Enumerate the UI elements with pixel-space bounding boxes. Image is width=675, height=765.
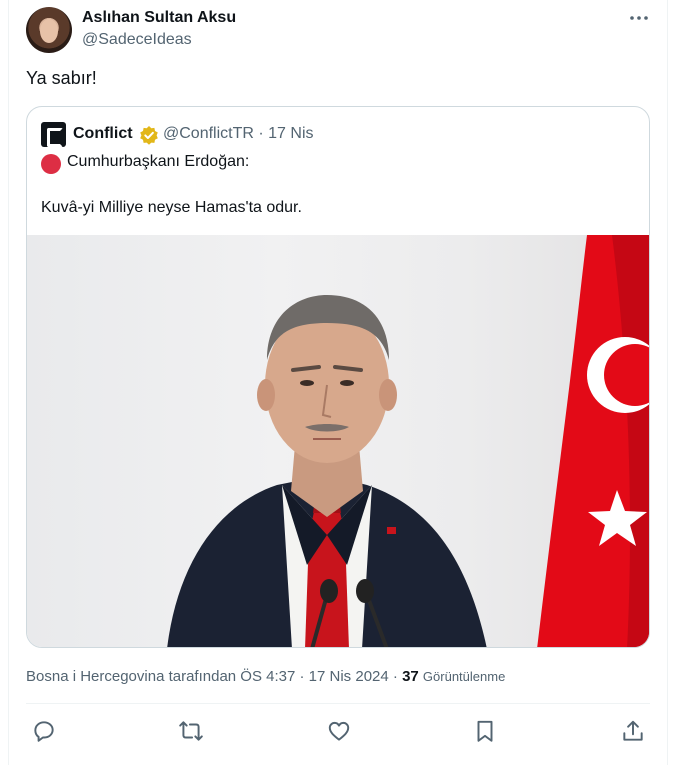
heart-icon[interactable] — [326, 718, 352, 744]
tweet-location-time[interactable]: Bosna i Hercegovina tarafından ÖS 4:37 ·… — [26, 668, 402, 685]
author-name[interactable]: Aslıhan Sultan Aksu — [82, 9, 236, 27]
quoted-text-line2: Kuvâ-yi Milliye neyse Hamas'ta odur. — [41, 199, 302, 216]
more-icon[interactable] — [628, 9, 650, 27]
conflict-logo-icon — [41, 122, 66, 147]
reply-icon[interactable] — [31, 718, 57, 744]
quoted-meta: @ConflictTR · 17 Nis — [163, 125, 314, 142]
author-handle[interactable]: @SadeceIdeas — [82, 31, 192, 49]
quoted-photo[interactable] — [27, 235, 649, 647]
divider — [26, 703, 650, 704]
quoted-author-name: Conflict — [73, 125, 133, 142]
views-count: 37 — [402, 668, 419, 685]
views-label: Görüntülenme — [422, 669, 506, 684]
tweet-text: Ya sabır! — [26, 68, 97, 88]
bookmark-icon[interactable] — [472, 718, 498, 744]
retweet-icon[interactable] — [178, 718, 204, 744]
share-icon[interactable] — [620, 718, 646, 744]
verified-badge-icon — [139, 125, 159, 145]
tweet-meta: Bosna i Hercegovina tarafından ÖS 4:37 ·… — [26, 668, 505, 685]
red-circle-icon — [41, 154, 61, 174]
quoted-tweet[interactable]: Conflict @ConflictTR · 17 Nis Cumhurbaşk… — [26, 106, 650, 648]
quoted-text-line1: Cumhurbaşkanı Erdoğan: — [67, 153, 250, 170]
author-avatar[interactable] — [26, 7, 72, 53]
